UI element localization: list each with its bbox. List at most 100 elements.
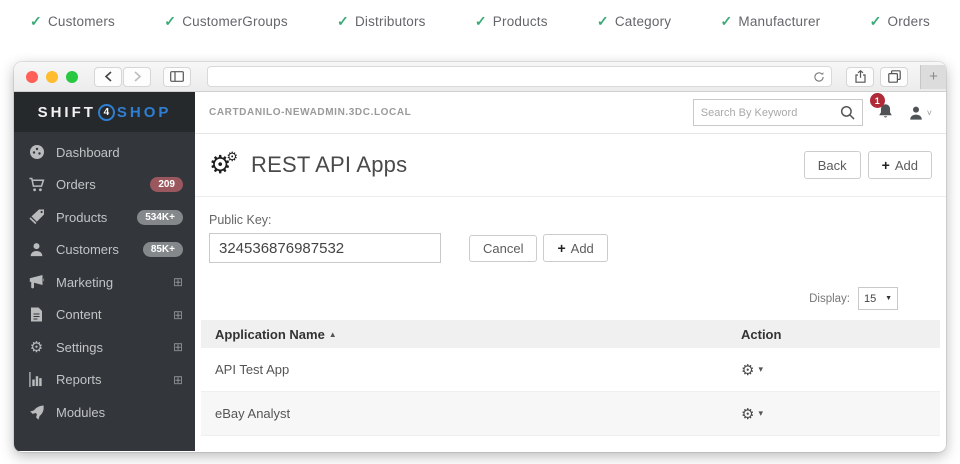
topbar-item-label: Customers xyxy=(48,14,115,29)
sidebar-item-settings[interactable]: ⚙ Settings ⊞ xyxy=(14,331,195,364)
close-window-button[interactable] xyxy=(26,71,38,83)
tags-icon xyxy=(28,209,45,226)
expand-icon[interactable]: ⊞ xyxy=(173,308,183,322)
expand-icon[interactable]: ⊞ xyxy=(173,275,183,289)
column-header-application-name[interactable]: Application Name ▲ xyxy=(215,327,741,342)
megaphone-icon xyxy=(28,274,45,291)
sidebar-item-label: Orders xyxy=(56,177,150,192)
sidebar-item-modules[interactable]: Modules xyxy=(14,396,195,429)
table-row: API Test App ⚙ ▾ xyxy=(201,348,940,392)
browser-chrome: + xyxy=(14,62,946,92)
topbar-item-label: Distributors xyxy=(355,14,426,29)
topbar-item-label: Products xyxy=(493,14,548,29)
topbar-item-customers[interactable]: ✓ Customers xyxy=(30,13,115,30)
topbar-item-orders[interactable]: ✓ Orders xyxy=(870,13,930,30)
chevron-left-icon xyxy=(104,71,113,82)
table-row: eBay Analyst ⚙ ▾ xyxy=(201,392,940,436)
sidebar-item-dashboard[interactable]: Dashboard xyxy=(14,136,195,169)
user-avatar-icon xyxy=(908,105,924,121)
sidebar-item-customers[interactable]: Customers 85K+ xyxy=(14,234,195,267)
topbar-item-label: Orders xyxy=(888,14,930,29)
search-icon[interactable] xyxy=(840,105,855,120)
gear-icon: ⚙ xyxy=(741,361,754,379)
search-input[interactable] xyxy=(701,107,840,119)
row-action-menu-button[interactable]: ⚙ ▾ xyxy=(741,405,763,423)
topbar-item-label: CustomerGroups xyxy=(182,14,288,29)
sidebar-item-label: Customers xyxy=(56,242,143,257)
add-button-label: Add xyxy=(895,158,918,173)
sidebar-toggle-button[interactable] xyxy=(163,67,191,87)
topbar-item-label: Manufacturer xyxy=(738,14,820,29)
user-icon xyxy=(28,241,45,258)
plus-icon: + xyxy=(882,157,890,173)
cancel-button[interactable]: Cancel xyxy=(469,235,537,262)
column-header-action: Action xyxy=(741,327,926,342)
page-title-row: ⚙⚙ REST API Apps Back + Add xyxy=(195,134,946,197)
public-key-section: Public Key: Cancel + Add xyxy=(195,197,946,269)
back-button[interactable]: Back xyxy=(804,151,861,179)
products-count-badge: 534K+ xyxy=(137,210,183,225)
app-name: API Test App xyxy=(215,362,741,377)
shift4shop-logo[interactable]: SHIFT 4 SHOP xyxy=(14,92,195,132)
row-action-menu-button[interactable]: ⚙ ▾ xyxy=(741,361,763,379)
rest-api-gears-icon: ⚙⚙ xyxy=(209,153,239,178)
confirm-add-button[interactable]: + Add xyxy=(543,234,607,262)
minimize-window-button[interactable] xyxy=(46,71,58,83)
display-count-select[interactable]: 15 ▼ xyxy=(858,287,898,310)
admin-header: CARTDANILO-NEWADMIN.3DC.LOCAL 1 ˅ xyxy=(195,92,946,134)
plus-icon: + xyxy=(557,240,565,256)
sidebar-panel-icon xyxy=(170,71,184,82)
topbar-item-products[interactable]: ✓ Products xyxy=(475,13,548,30)
notification-badge: 1 xyxy=(870,93,885,108)
add-app-button[interactable]: + Add xyxy=(868,151,932,179)
table-header: Application Name ▲ Action xyxy=(201,320,940,348)
expand-icon[interactable]: ⊞ xyxy=(173,373,183,387)
tab-overview-button[interactable] xyxy=(880,67,908,87)
confirm-add-label: Add xyxy=(571,241,594,256)
new-tab-button[interactable]: + xyxy=(920,65,946,89)
sidebar-item-marketing[interactable]: Marketing ⊞ xyxy=(14,266,195,299)
caret-down-icon: ▾ xyxy=(758,364,763,375)
topbar-item-manufacturer[interactable]: ✓ Manufacturer xyxy=(720,13,820,30)
sidebar-item-orders[interactable]: Orders 209 xyxy=(14,169,195,202)
zoom-window-button[interactable] xyxy=(66,71,78,83)
topbar-item-label: Category xyxy=(615,14,671,29)
sidebar-item-label: Products xyxy=(56,210,137,225)
sidebar-item-label: Modules xyxy=(56,405,183,420)
dashboard-gauge-icon xyxy=(28,144,45,161)
forward-nav-button[interactable] xyxy=(123,67,151,87)
search-box xyxy=(693,99,863,126)
document-icon xyxy=(28,306,45,323)
check-icon: ✓ xyxy=(597,13,609,30)
share-button[interactable] xyxy=(846,67,874,87)
check-icon: ✓ xyxy=(720,13,732,30)
sidebar-item-reports[interactable]: Reports ⊞ xyxy=(14,364,195,397)
back-nav-button[interactable] xyxy=(94,67,122,87)
sidebar-item-label: Settings xyxy=(56,340,173,355)
customers-count-badge: 85K+ xyxy=(143,242,183,257)
check-icon: ✓ xyxy=(30,13,42,30)
check-icon: ✓ xyxy=(475,13,487,30)
main-content: CARTDANILO-NEWADMIN.3DC.LOCAL 1 ˅ xyxy=(195,92,946,451)
share-icon xyxy=(855,70,866,83)
select-caret-icon: ▼ xyxy=(885,295,892,302)
gears-icon: ⚙ xyxy=(28,339,45,356)
sidebar-item-products[interactable]: Products 534K+ xyxy=(14,201,195,234)
user-menu-button[interactable]: ˅ xyxy=(908,105,932,121)
reload-icon[interactable] xyxy=(813,71,825,83)
api-apps-table: Application Name ▲ Action API Test App ⚙… xyxy=(201,320,940,436)
display-count-value: 15 xyxy=(864,293,876,305)
sidebar-item-content[interactable]: Content ⊞ xyxy=(14,299,195,332)
address-bar[interactable] xyxy=(207,66,832,87)
topbar-item-distributors[interactable]: ✓ Distributors xyxy=(337,13,426,30)
caret-down-icon: ▾ xyxy=(758,408,763,419)
topbar-item-customergroups[interactable]: ✓ CustomerGroups xyxy=(164,13,288,30)
public-key-label: Public Key: xyxy=(209,213,932,227)
topbar-item-category[interactable]: ✓ Category xyxy=(597,13,671,30)
check-icon: ✓ xyxy=(870,13,882,30)
expand-icon[interactable]: ⊞ xyxy=(173,340,183,354)
logo-badge-4: 4 xyxy=(98,104,115,121)
notifications-button[interactable]: 1 xyxy=(877,100,894,125)
public-key-input[interactable] xyxy=(209,233,441,263)
sidebar-item-label: Marketing xyxy=(56,275,173,290)
